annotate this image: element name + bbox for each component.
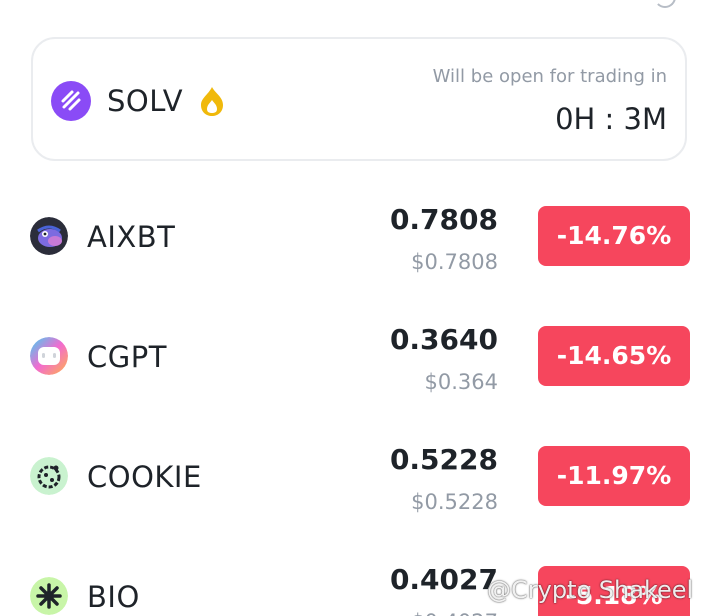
- token-usd-price: $0.364: [424, 370, 498, 394]
- change-badge[interactable]: -14.65%: [538, 326, 690, 386]
- fire-icon: [198, 85, 226, 117]
- token-price: 0.5228: [389, 443, 498, 476]
- change-badge[interactable]: -11.97%: [538, 446, 690, 506]
- token-row[interactable]: COOKIE 0.5228 $0.5228 -11.97%: [30, 426, 690, 526]
- countdown-timer: 0H : 3M: [555, 102, 667, 136]
- token-symbol: BIO: [87, 580, 140, 614]
- token-row[interactable]: CGPT 0.3640 $0.364 -14.65%: [30, 306, 690, 406]
- token-usd-price: $0.5228: [411, 490, 498, 514]
- token-price: 0.3640: [389, 323, 498, 356]
- partial-top-icon: [654, 0, 676, 8]
- token-usd-price: $0.7808: [411, 250, 498, 274]
- bio-logo-icon: [30, 577, 68, 615]
- solv-logo-icon: [51, 81, 91, 121]
- cookie-logo-icon: [30, 457, 68, 495]
- aixbt-logo-icon: [30, 217, 68, 255]
- token-usd-price: $0.4027: [411, 608, 498, 616]
- token-price: 0.4027: [389, 563, 498, 596]
- listing-symbol: SOLV: [107, 84, 184, 118]
- token-row[interactable]: AIXBT 0.7808 $0.7808 -14.76%: [30, 186, 690, 286]
- market-page: SOLV Will be open for trading in 0H : 3M…: [0, 0, 720, 616]
- change-badge[interactable]: -5.18%: [538, 566, 690, 616]
- cgpt-logo-icon: [30, 337, 68, 375]
- token-symbol: AIXBT: [87, 220, 176, 254]
- token-symbol: CGPT: [87, 340, 167, 374]
- token-price: 0.7808: [389, 203, 498, 236]
- token-symbol: COOKIE: [87, 460, 202, 494]
- change-badge[interactable]: -14.76%: [538, 206, 690, 266]
- open-trading-label: Will be open for trading in: [432, 66, 667, 87]
- token-row[interactable]: BIO 0.4027 $0.4027 -5.18%: [30, 546, 690, 616]
- upcoming-listing-card[interactable]: SOLV Will be open for trading in 0H : 3M: [31, 37, 687, 161]
